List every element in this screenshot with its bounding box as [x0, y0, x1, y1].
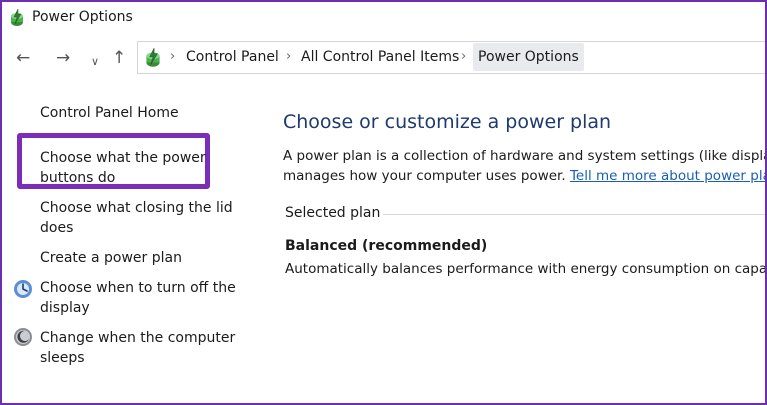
breadcrumb-power-options[interactable]: Power Options — [473, 43, 584, 71]
chevron-right-icon[interactable]: › — [170, 49, 175, 64]
sleep-icon — [14, 328, 32, 346]
window-title: Power Options — [32, 9, 133, 25]
chevron-right-icon[interactable]: › — [461, 49, 466, 64]
sidebar-item-power-buttons-line2[interactable]: buttons do — [40, 168, 115, 188]
page-heading: Choose or customize a power plan — [283, 111, 612, 133]
power-options-icon — [11, 8, 23, 26]
title-bar: Power Options — [2, 2, 765, 36]
sidebar-item-create-plan[interactable]: Create a power plan — [40, 248, 182, 268]
plan-description-prefix: manages how your computer uses power. — [283, 168, 570, 184]
back-button[interactable]: ← — [16, 48, 30, 68]
plan-name: Balanced (recommended) — [285, 238, 488, 254]
plan-summary: Automatically balances performance with … — [285, 261, 767, 277]
sidebar-item-computer-sleeps-line2[interactable]: sleeps — [40, 348, 85, 368]
sidebar-item-turn-off-display[interactable]: Choose when to turn off the — [40, 278, 236, 298]
sidebar-item-turn-off-display-line2[interactable]: display — [40, 298, 90, 318]
recent-locations-button[interactable]: ∨ — [91, 52, 99, 72]
chevron-right-icon[interactable]: › — [286, 49, 291, 64]
sidebar-item-control-panel-home[interactable]: Control Panel Home — [40, 103, 179, 123]
sidebar-item-closing-lid[interactable]: Choose what closing the lid — [40, 198, 233, 218]
tell-me-more-link[interactable]: Tell me more about power plan — [570, 168, 765, 184]
breadcrumb-control-panel[interactable]: Control Panel — [186, 49, 279, 65]
breadcrumb-all-control-panel-items[interactable]: All Control Panel Items — [301, 49, 459, 65]
forward-button[interactable]: → — [56, 48, 70, 68]
sidebar-item-power-buttons[interactable]: Choose what the power — [40, 148, 206, 168]
sidebar-item-computer-sleeps[interactable]: Change when the computer — [40, 328, 235, 348]
navigation-bar: ← → ∨ ↑ › Control Panel › All Control Pa… — [2, 40, 765, 76]
plan-description-line1: A power plan is a collection of hardware… — [283, 148, 767, 164]
display-icon — [14, 280, 32, 298]
up-button[interactable]: ↑ — [112, 48, 126, 68]
address-bar[interactable]: › Control Panel › All Control Panel Item… — [137, 41, 765, 74]
sidebar-item-closing-lid-line2[interactable]: does — [40, 218, 73, 238]
section-divider — [383, 214, 765, 215]
window-frame: Power Options ← → ∨ ↑ › Control Panel › … — [0, 0, 767, 405]
selected-plan-label: Selected plan — [285, 205, 381, 221]
plan-description-line2: manages how your computer uses power. Te… — [283, 168, 765, 184]
power-options-icon — [146, 47, 160, 67]
